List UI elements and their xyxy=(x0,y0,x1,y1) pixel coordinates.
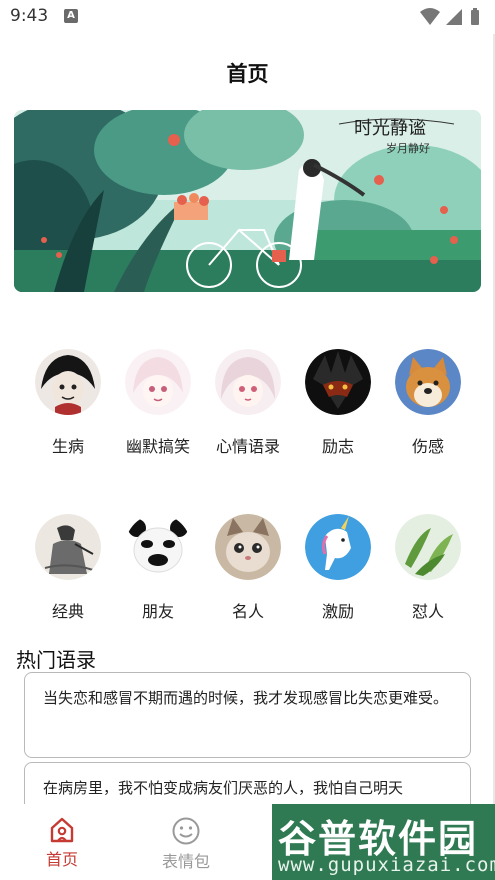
category-item-mood[interactable]: 心情语录 xyxy=(203,349,293,457)
category-label: 心情语录 xyxy=(215,437,280,456)
status-icons xyxy=(419,7,481,31)
category-item-sad[interactable]: 伤感 xyxy=(383,349,473,457)
tab-label: 首页 xyxy=(45,850,78,869)
avatar-cat xyxy=(215,514,281,580)
hot-section-title: 热门语录 xyxy=(16,648,96,672)
category-label: 伤感 xyxy=(411,437,444,456)
category-label: 激励 xyxy=(321,602,354,621)
category-item-encourage[interactable]: 激励 xyxy=(293,514,383,622)
category-item-friend[interactable]: 朋友 xyxy=(113,514,203,622)
avatar-shiba-dog xyxy=(395,349,461,415)
tab-emoji[interactable]: 表情包 xyxy=(126,804,246,880)
wifi-signal-battery-icon xyxy=(420,8,479,25)
category-label: 朋友 xyxy=(141,602,174,621)
watermark-logo: 谷普软件园 www.gupuxiazai.com xyxy=(272,804,495,880)
avatar-anime-girl xyxy=(215,349,281,415)
category-item-illness[interactable]: 生病 xyxy=(23,349,113,457)
avatar-dark-hero xyxy=(305,349,371,415)
watermark-url: www.gupuxiazai.com xyxy=(278,854,495,876)
quote-text: 在病房里，我不怕变成病友们厌恶的人，我怕自己明天 xyxy=(43,779,404,797)
category-item-inspiration[interactable]: 励志 xyxy=(293,349,383,457)
avatar-pink-anime xyxy=(125,349,191,415)
avatar-ink-painting xyxy=(35,514,101,580)
category-label: 幽默搞笑 xyxy=(125,437,190,456)
banner-sub-caption: 岁月静好 xyxy=(386,141,430,155)
category-label: 名人 xyxy=(231,602,264,621)
status-bar: 9:43 A xyxy=(0,0,495,34)
quote-text: 当失恋和感冒不期而遇的时候，我才发现感冒比失恋更难受。 xyxy=(43,689,449,707)
title-bar: 首页 xyxy=(0,34,495,108)
category-item-humor[interactable]: 幽默搞笑 xyxy=(113,349,203,457)
smiley-icon xyxy=(172,817,200,845)
avatar-unicorn xyxy=(305,514,371,580)
tab-label: 表情包 xyxy=(161,852,210,871)
quote-card[interactable]: 当失恋和感冒不期而遇的时候，我才发现感冒比失恋更难受。 xyxy=(24,672,471,758)
category-item-celebrity[interactable]: 名人 xyxy=(203,514,293,622)
avatar-dark-anime xyxy=(35,349,101,415)
category-label: 励志 xyxy=(321,437,354,456)
status-time: 9:43 xyxy=(10,6,49,26)
category-item-classic[interactable]: 经典 xyxy=(23,514,113,622)
category-label: 生病 xyxy=(51,437,84,456)
avatar-green-leaves xyxy=(395,514,461,580)
home-icon xyxy=(50,817,74,843)
notification-icon: A xyxy=(64,9,78,23)
category-label: 怼人 xyxy=(411,602,444,621)
avatar-panda-meme xyxy=(125,514,191,580)
category-item-diss[interactable]: 怼人 xyxy=(383,514,473,622)
tab-home[interactable]: 首页 xyxy=(2,804,122,880)
category-label: 经典 xyxy=(51,602,84,621)
banner-image[interactable]: 时光静谧 岁月静好 xyxy=(14,110,481,292)
page-title: 首页 xyxy=(226,62,269,86)
banner-caption: 时光静谧 xyxy=(354,118,426,139)
banner-illustration: 时光静谧 岁月静好 xyxy=(14,110,481,292)
